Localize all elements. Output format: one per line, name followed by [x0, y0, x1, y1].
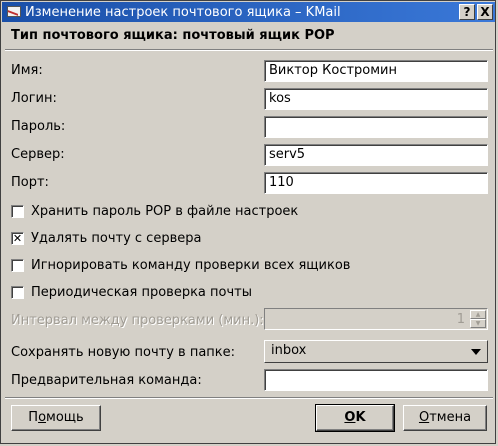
ok-label-part: K [355, 410, 366, 425]
help-label-part: П [28, 410, 39, 425]
folder-selected-value: inbox [271, 343, 307, 358]
precommand-label: Предварительная команда: [11, 373, 202, 388]
spin-buttons: ▲ ▼ [470, 310, 486, 328]
checkbox-label: Хранить пароль POP в файле настроек [31, 204, 299, 219]
checkbox-box[interactable] [11, 259, 24, 272]
port-label: Порт: [11, 175, 49, 190]
spin-down-icon: ▼ [470, 319, 486, 328]
ok-button[interactable]: OK [315, 404, 395, 432]
password-input[interactable] [264, 116, 488, 138]
account-type-header: Тип почтового ящика: почтовый ящик POP [11, 28, 335, 43]
store-password-checkbox[interactable]: Хранить пароль POP в файле настроек [11, 204, 298, 219]
ignore-check-all-checkbox[interactable]: Игнорировать команду проверки всех ящико… [11, 258, 350, 273]
checkbox-label: Периодическая проверка почты [31, 285, 252, 300]
folder-select[interactable]: inbox [264, 340, 488, 363]
login-label: Логин: [11, 91, 57, 106]
password-label: Пароль: [11, 119, 66, 134]
chevron-down-icon [471, 349, 481, 355]
help-icon[interactable]: ? [459, 4, 475, 20]
checkbox-label: Удалять почту с сервера [31, 231, 202, 246]
login-input[interactable]: kos [264, 88, 488, 110]
cancel-mnemonic: О [418, 410, 430, 425]
cancel-button[interactable]: Отмена [403, 405, 487, 431]
button-separator [5, 397, 493, 399]
interval-label: Интервал между проверками (мин.): [11, 313, 264, 328]
interval-spinbox: 1 ▲ ▼ [264, 308, 488, 330]
window-title: Изменение настроек почтового ящика – KMa… [25, 4, 341, 20]
checkbox-box[interactable] [11, 205, 24, 218]
kmail-app-icon [5, 4, 21, 20]
interval-value: 1 [456, 312, 465, 327]
spin-up-icon: ▲ [470, 310, 486, 319]
name-input[interactable]: Виктор Костромин [264, 60, 488, 82]
precommand-input[interactable] [264, 369, 488, 391]
checkbox-box-checked[interactable]: ✕ [11, 232, 24, 245]
title-bar[interactable]: Изменение настроек почтового ящика – KMa… [2, 2, 495, 22]
help-label-part: мощь [46, 410, 84, 425]
help-button[interactable]: Помощь [11, 405, 101, 431]
header-separator [5, 49, 493, 51]
dialog-window: Изменение настроек почтового ящика – KMa… [0, 0, 496, 444]
help-mnemonic: о [38, 410, 47, 425]
periodic-check-checkbox[interactable]: Периодическая проверка почты [11, 285, 252, 300]
checkbox-label: Игнорировать команду проверки всех ящико… [31, 258, 351, 273]
server-label: Сервер: [11, 147, 65, 162]
server-input[interactable]: serv5 [264, 144, 488, 166]
cancel-label-part: тмена [429, 410, 472, 425]
checkbox-box[interactable] [11, 286, 24, 299]
folder-label: Сохранять новую почту в папке: [11, 345, 236, 360]
close-icon[interactable]: X [477, 4, 493, 20]
port-input[interactable]: 110 [264, 172, 488, 194]
name-label: Имя: [11, 63, 43, 78]
delete-from-server-checkbox[interactable]: ✕ Удалять почту с сервера [11, 231, 201, 246]
ok-mnemonic: O [344, 410, 356, 425]
